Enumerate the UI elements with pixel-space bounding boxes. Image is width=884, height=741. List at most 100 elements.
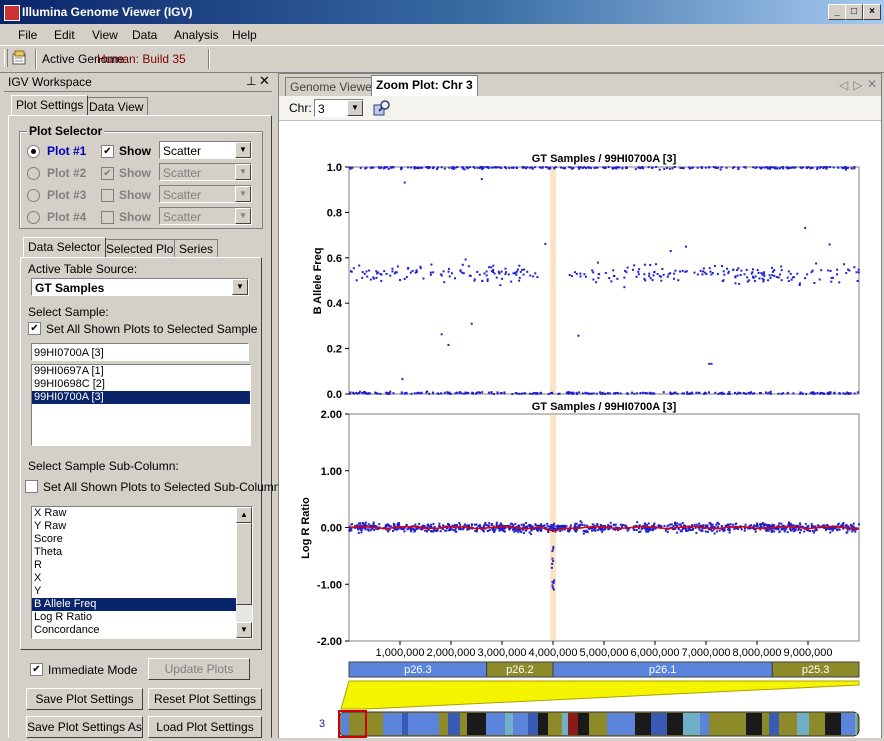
charts-svg[interactable]: GT Samples / 99HI0700A [3] B Allele Freq… (279, 121, 881, 738)
immediate-mode-checkbox[interactable]: ✔ (30, 663, 43, 676)
chromosome-band (746, 713, 762, 735)
baf-point (662, 273, 665, 276)
baf-point (656, 273, 659, 276)
reset-settings-button[interactable]: Reset Plot Settings (148, 688, 262, 710)
toolbar-separator (35, 49, 37, 69)
tab-selected-plot[interactable]: Selected Plot (101, 239, 182, 257)
cytoband-label: p26.3 (404, 664, 432, 676)
subcolumn-list[interactable]: X Raw Y Raw Score Theta R X Y B Allele F… (31, 506, 253, 639)
subcolumn-item[interactable]: Log R Ratio (32, 611, 252, 624)
tab-scroll-right-icon[interactable]: ▷ (853, 78, 862, 92)
plot2-show-label: Show (119, 166, 151, 180)
plot3-radio[interactable] (27, 189, 40, 202)
load-settings-button[interactable]: Load Plot Settings (148, 716, 262, 738)
menu-file[interactable]: File (18, 28, 37, 42)
scroll-down-icon[interactable]: ▼ (236, 622, 252, 638)
set-all-sample-checkbox[interactable]: ✔ (28, 322, 41, 335)
logr-point (367, 529, 370, 532)
baf-point (384, 166, 387, 169)
sample-list-item[interactable]: 99HI0698C [2] (32, 378, 250, 391)
subcolumn-item[interactable]: X (32, 572, 252, 585)
sample-list-item[interactable]: 99HI0700A [3] (32, 391, 250, 404)
plot3-show-checkbox[interactable] (101, 189, 114, 202)
subcolumn-scrollbar[interactable]: ▲ ▼ (236, 507, 252, 638)
plot4-show-checkbox[interactable] (101, 211, 114, 224)
plot2-show-checkbox[interactable]: ✔ (101, 167, 114, 180)
logr-point (724, 524, 727, 527)
plot2-radio[interactable] (27, 167, 40, 180)
logr-point (475, 523, 478, 526)
logr-point (360, 531, 363, 534)
baf-point (518, 276, 521, 279)
subcolumn-item[interactable]: Score (32, 533, 252, 546)
minimize-button[interactable]: _ (828, 4, 846, 20)
subcolumn-item[interactable]: Y (32, 585, 252, 598)
sample-input[interactable]: 99HI0700A [3] (31, 343, 249, 361)
logr-point (849, 523, 852, 526)
logr-point (378, 523, 381, 526)
plot1-show-checkbox[interactable]: ✔ (101, 145, 114, 158)
subcolumn-item[interactable]: X Raw (32, 507, 252, 520)
close-panel-icon[interactable]: ✕ (259, 73, 270, 89)
menu-help[interactable]: Help (232, 28, 257, 42)
plot1-type-select[interactable]: Scatter ▼ (159, 141, 252, 159)
baf-point (431, 391, 434, 394)
tab-plot-settings[interactable]: Plot Settings (11, 95, 89, 115)
update-plots-button[interactable]: Update Plots (148, 658, 250, 680)
set-all-subcolumn-checkbox[interactable] (25, 480, 38, 493)
sample-list[interactable]: 99HI0697A [1] 99HI0698C [2] 99HI0700A [3… (31, 364, 251, 446)
menu-data[interactable]: Data (132, 28, 157, 42)
logr-point (798, 531, 801, 534)
tab-data-selector[interactable]: Data Selector (23, 237, 106, 257)
tab-scroll-left-icon[interactable]: ◁ (839, 78, 848, 92)
baf-point (578, 391, 581, 394)
plot4-radio[interactable] (27, 211, 40, 224)
baf-point (447, 267, 450, 270)
tab-series[interactable]: Series (174, 239, 219, 257)
baf-point (702, 267, 705, 270)
baf-point (737, 391, 740, 394)
save-settings-as-button[interactable]: Save Plot Settings As (26, 716, 143, 738)
zoom-icon[interactable] (373, 99, 391, 117)
pin-icon[interactable]: ⊥ (246, 74, 256, 88)
menu-view[interactable]: View (92, 28, 118, 42)
tab-close-icon[interactable]: ✕ (867, 77, 877, 91)
baf-point (728, 392, 731, 395)
logr-point (432, 522, 435, 525)
chr-select[interactable]: 3 ▼ (314, 99, 364, 117)
subcolumn-item[interactable]: Y Raw (32, 520, 252, 533)
baf-point (805, 392, 808, 395)
tab-genome-viewer[interactable]: Genome Viewer (285, 77, 381, 96)
subcolumn-item[interactable]: B Allele Freq (32, 598, 236, 611)
baf-point (820, 269, 823, 272)
save-settings-button[interactable]: Save Plot Settings (26, 688, 143, 710)
chromosome-band (635, 713, 651, 735)
menu-analysis[interactable]: Analysis (174, 28, 219, 42)
table-source-select[interactable]: GT Samples ▼ (31, 278, 249, 296)
logr-point (392, 529, 395, 532)
baf-point (492, 166, 495, 169)
scroll-up-icon[interactable]: ▲ (236, 507, 252, 523)
logr-point (811, 524, 814, 527)
plot3-type-select[interactable]: Scatter ▼ (159, 185, 252, 203)
sample-list-item[interactable]: 99HI0697A [1] (32, 365, 250, 378)
logr-point (857, 523, 860, 526)
tab-data-view[interactable]: Data View (84, 97, 149, 115)
open-genome-icon[interactable] (12, 50, 30, 66)
plot4-type-select[interactable]: Scatter ▼ (159, 207, 252, 225)
subcolumn-item[interactable]: Concordance (32, 624, 252, 637)
close-button[interactable]: × (863, 4, 881, 20)
menu-edit[interactable]: Edit (54, 28, 75, 42)
logr-point (613, 524, 616, 527)
plot2-type-select[interactable]: Scatter ▼ (159, 163, 252, 181)
subcolumn-item[interactable]: R (32, 559, 252, 572)
baf-point (385, 272, 388, 275)
plot1-radio[interactable] (27, 145, 40, 158)
tab-zoom-plot[interactable]: Zoom Plot: Chr 3 (371, 75, 478, 96)
scroll-thumb[interactable] (236, 523, 252, 605)
logr-point (716, 530, 719, 533)
baf-point (361, 271, 364, 274)
subcolumn-item[interactable]: Theta (32, 546, 252, 559)
maximize-button[interactable]: □ (845, 4, 863, 20)
baf-point (440, 274, 443, 277)
